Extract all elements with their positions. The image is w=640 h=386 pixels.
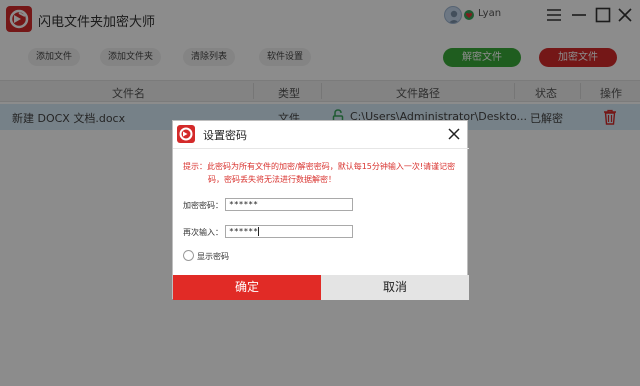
dialog-logo [177, 125, 195, 143]
cancel-button[interactable]: 取消 [321, 275, 469, 300]
text-caret [257, 227, 259, 236]
warning-hint: 提示：此密码为所有文件的加密/解密密码，默认每15分钟输入一次!请谨记密 [183, 162, 456, 171]
set-password-dialog: 设置密码 提示：此密码为所有文件的加密/解密密码，默认每15分钟输入一次!请谨记… [172, 120, 469, 300]
dialog-close-icon[interactable] [447, 127, 461, 141]
password-label: 加密密码： [183, 201, 223, 210]
password-value: ****** [229, 200, 258, 209]
confirm-button[interactable]: 确定 [173, 275, 321, 300]
confirm-password-value: ****** [229, 227, 258, 236]
divider [173, 148, 469, 149]
dialog-title: 设置密码 [203, 129, 247, 142]
show-password-radio[interactable] [183, 250, 194, 261]
warning-hint-continued: 码，密码丢失将无法进行数据解密！ [208, 175, 336, 184]
dialog-header: 设置密码 [173, 121, 469, 147]
show-password-label[interactable]: 显示密码 [197, 251, 229, 262]
confirm-password-field[interactable]: ****** [225, 225, 353, 238]
password-field[interactable]: ****** [225, 198, 353, 211]
confirm-password-label: 再次输入： [183, 228, 223, 237]
